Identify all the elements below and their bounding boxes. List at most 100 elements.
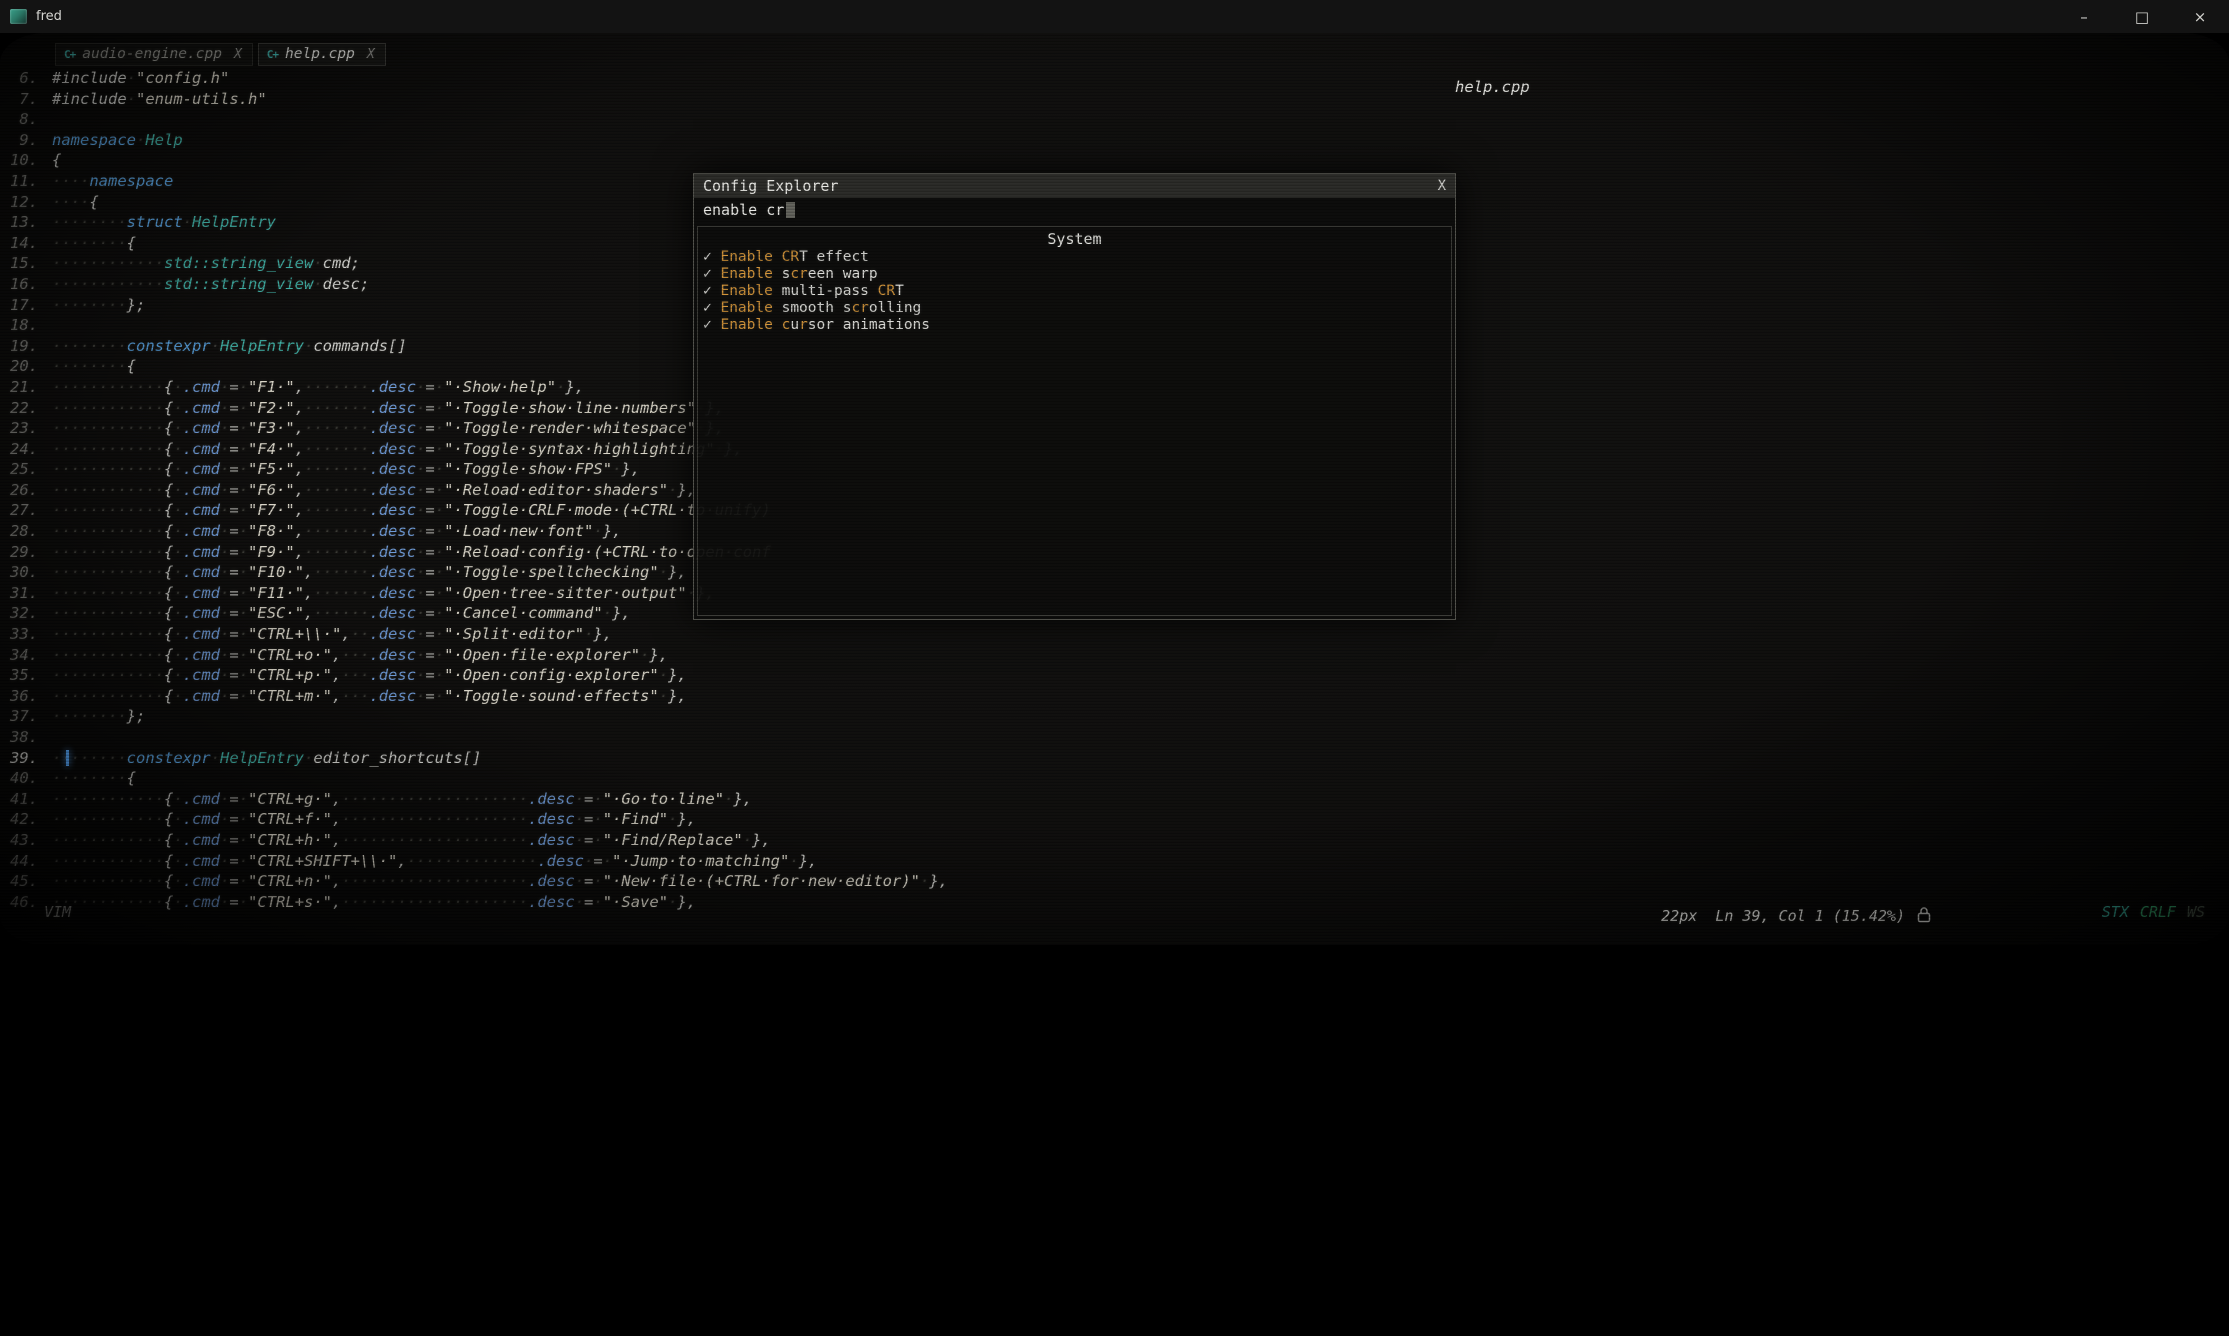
code-line[interactable]: 7.#include·"enum-utils.h" [0,89,2229,110]
tab-close-icon[interactable]: X [234,47,242,62]
code-token: = [229,687,238,705]
code-line[interactable]: 40.········{ [0,768,2229,789]
app-icon [10,9,27,24]
code-token: }, [603,522,622,540]
code-token: "F1·" [248,378,295,396]
config-search-input[interactable]: enable cr [694,198,1455,222]
code-token: · [659,666,668,684]
code-line[interactable]: 37.········}; [0,706,2229,727]
checkmark-icon: ✓ [703,283,720,299]
code-token: .desc [528,872,575,890]
code-token: { [164,604,173,622]
maximize-button[interactable]: □ [2113,0,2171,33]
checkmark-icon: ✓ [703,266,720,282]
code-line[interactable]: 43.············{·.cmd·=·"CTRL+h·",······… [0,830,2229,851]
code-token: = [584,810,593,828]
code-line[interactable]: 33.············{·.cmd·=·"CTRL+\\·",··.de… [0,624,2229,645]
config-option[interactable]: ✓ Enable cursor animations [698,317,1451,334]
code-line[interactable]: 45.············{·.cmd·=·"CTRL+n·",······… [0,871,2229,892]
code-token: "·Find/Replace" [603,831,743,849]
code-token: · [435,460,444,478]
code-token: { [164,584,173,602]
code-token: }, [677,893,696,911]
fuzzy-match-text: Enable [720,266,772,282]
checkmark-icon: ✓ [703,249,720,265]
code-token: ············ [52,254,164,272]
code-token: · [556,378,565,396]
line-number: 8. [0,109,52,130]
code-line[interactable]: 44.············{·.cmd·=·"CTRL+SHIFT+\\·"… [0,851,2229,872]
code-token: "·Find" [603,810,668,828]
code-token: { [164,625,173,643]
code-token: , [332,893,341,911]
code-token: · [640,646,649,664]
code-token: namespace [89,172,173,190]
tab-help-cpp[interactable]: C+ help.cpp X [258,43,386,66]
code-token: ············ [52,646,164,664]
code-token: { [89,193,98,211]
window-title: fred [36,9,62,24]
code-token: · [239,481,248,499]
code-token: = [584,790,593,808]
code-token: · [435,440,444,458]
code-token: , [295,419,304,437]
line-number: 39. [0,748,52,769]
code-line[interactable]: 38. [0,727,2229,748]
code-token: = [229,604,238,622]
code-line[interactable]: 9.namespace·Help [0,130,2229,151]
code-line[interactable]: 41.············{·.cmd·=·"CTRL+g·",······… [0,789,2229,810]
tab-close-icon[interactable]: X [367,47,375,62]
code-token: = [584,872,593,890]
code-line[interactable]: 6.#include·"config.h" [0,68,2229,89]
code-line[interactable]: 42.············{·.cmd·=·"CTRL+f·",······… [0,809,2229,830]
code-token: }, [677,810,696,828]
code-token: · [416,666,425,684]
code-token: = [229,419,238,437]
code-token: ············ [52,625,164,643]
code-token: ········ [52,707,127,725]
code-token: · [416,378,425,396]
code-token: .cmd [183,501,220,519]
code-token: · [239,831,248,849]
code-token: namespace [52,131,136,149]
close-button[interactable]: × [2171,0,2229,33]
code-token: · [416,399,425,417]
code-token: }, [621,460,640,478]
code-token: · [668,810,677,828]
fuzzy-match-text: CR [782,249,799,265]
code-token: .desc [537,852,584,870]
config-option[interactable]: ✓ Enable multi-pass CRT [698,283,1451,300]
line-number: 36. [0,686,52,707]
tab-audio-engine-cpp[interactable]: C+ audio-engine.cpp X [55,43,253,66]
code-line[interactable]: 8. [0,109,2229,130]
config-explorer-popup: Config Explorer X enable cr System ✓ Ena… [693,173,1456,620]
code-line[interactable]: 34.············{·.cmd·=·"CTRL+o·",···.de… [0,645,2229,666]
code-token: "config.h" [136,69,229,87]
code-line[interactable]: 36.············{·.cmd·=·"CTRL+m·",···.de… [0,686,2229,707]
code-line[interactable]: 39.········constexpr·HelpEntry·editor_sh… [0,748,2229,769]
code-token: = [425,563,434,581]
code-token: ········ [52,357,127,375]
config-items: ✓ Enable CRT effect✓ Enable screen warp✓… [698,249,1451,334]
code-line[interactable]: 10.{ [0,150,2229,171]
config-option[interactable]: ✓ Enable CRT effect [698,249,1451,266]
code-token: · [593,831,602,849]
code-token: ············ [52,790,164,808]
code-token: , [304,604,313,622]
code-token: · [239,893,248,911]
config-option[interactable]: ✓ Enable screen warp [698,266,1451,283]
code-token: { [164,378,173,396]
code-token: , [397,852,406,870]
lock-icon [1917,906,1931,927]
code-line[interactable]: 35.············{·.cmd·=·"CTRL+p·",···.de… [0,665,2229,686]
config-option[interactable]: ✓ Enable smooth scrolling [698,300,1451,317]
code-token: .cmd [183,810,220,828]
code-token: { [164,481,173,499]
code-token: · [211,749,220,767]
minimize-button[interactable]: – [2055,0,2113,33]
code-token: · [183,213,192,231]
code-token: = [425,399,434,417]
code-token: · [173,646,182,664]
popup-close-icon[interactable]: X [1438,178,1446,194]
code-token: .cmd [183,563,220,581]
